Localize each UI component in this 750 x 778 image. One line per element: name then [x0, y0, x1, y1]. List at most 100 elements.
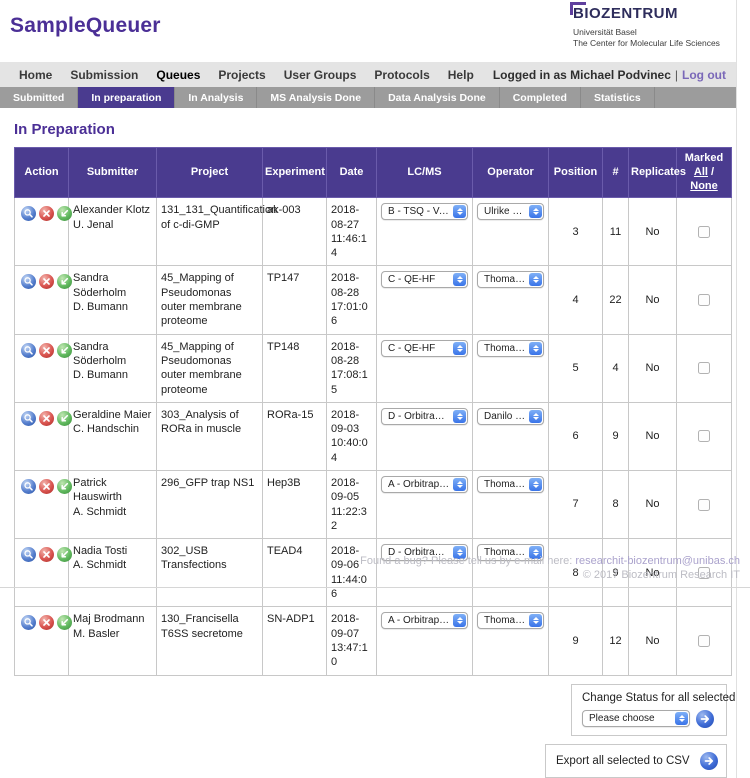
- experiment-cell: TP147: [263, 266, 327, 334]
- marked-cell: [677, 607, 732, 675]
- operator-select[interactable]: Thomas Bock: [477, 340, 544, 357]
- count-cell: 11: [603, 198, 629, 266]
- lcms-select-value: C - QE-HF: [388, 342, 435, 355]
- count-cell: 8: [603, 471, 629, 539]
- action-view-icon[interactable]: [21, 343, 36, 358]
- date-cell: 2018-09-07 13:47:10: [327, 607, 377, 675]
- count-cell: 4: [603, 334, 629, 402]
- lcms-select[interactable]: B - TSQ - Vantage: [381, 203, 468, 220]
- action-delete-icon[interactable]: [39, 343, 54, 358]
- operator-select[interactable]: Thomas Bock: [477, 476, 544, 493]
- marked-checkbox[interactable]: [698, 499, 710, 511]
- submitter-pi: D. Bumann: [73, 368, 152, 382]
- action-return-icon[interactable]: [57, 411, 72, 426]
- operator-cell: Ulrike Lanner: [473, 198, 549, 266]
- nav-item-help[interactable]: Help: [439, 68, 483, 82]
- project-cell: 296_GFP trap NS1: [157, 471, 263, 539]
- marked-checkbox[interactable]: [698, 430, 710, 442]
- lcms-select[interactable]: C - QE-HF: [381, 340, 468, 357]
- col-header-submitter: Submitter: [69, 148, 157, 198]
- select-stepper-icon: [529, 273, 542, 286]
- footer-bug-text: Found a bug? Please tell us by e-mail he…: [360, 555, 575, 567]
- logout-link[interactable]: Log out: [682, 68, 726, 82]
- marked-checkbox[interactable]: [698, 226, 710, 238]
- logo-subtitle: Universität Basel The Center for Molecul…: [570, 27, 748, 50]
- select-stepper-icon: [453, 410, 466, 423]
- nav-item-protocols[interactable]: Protocols: [365, 68, 438, 82]
- date-cell: 2018-08-28 17:08:15: [327, 334, 377, 402]
- project-cell: 45_Mapping of Pseudomonas outer membrane…: [157, 334, 263, 402]
- action-delete-icon[interactable]: [39, 479, 54, 494]
- tab-in-analysis[interactable]: In Analysis: [175, 87, 257, 108]
- lcms-select[interactable]: A - Orbitrap Elite 1: [381, 476, 468, 493]
- nav-item-user-groups[interactable]: User Groups: [275, 68, 366, 82]
- submitter-cell: Geraldine MaierC. Handschin: [69, 402, 157, 470]
- action-delete-icon[interactable]: [39, 274, 54, 289]
- select-stepper-icon: [453, 273, 466, 286]
- tab-in-preparation[interactable]: In preparation: [78, 87, 175, 108]
- action-view-icon[interactable]: [21, 411, 36, 426]
- export-csv-button[interactable]: [700, 752, 718, 770]
- lcms-select-value: D - Orbitrap Lumos: [388, 410, 450, 423]
- change-status-select[interactable]: Please choose: [582, 710, 690, 727]
- tab-data-analysis-done[interactable]: Data Analysis Done: [375, 87, 500, 108]
- operator-select[interactable]: Danilo Ritz: [477, 408, 544, 425]
- col-header-count: #: [603, 148, 629, 198]
- change-status-go-button[interactable]: [696, 710, 714, 728]
- col-header-date: Date: [327, 148, 377, 198]
- col-header-lcms: LC/MS: [377, 148, 473, 198]
- nav-item-queues[interactable]: Queues: [147, 68, 209, 82]
- nav-item-submission[interactable]: Submission: [61, 68, 147, 82]
- col-header-experiment: Experiment: [263, 148, 327, 198]
- change-status-label: Change Status for all selected: [582, 692, 716, 704]
- select-stepper-icon: [453, 205, 466, 218]
- lcms-select[interactable]: A - Orbitrap Elite 1: [381, 612, 468, 629]
- action-view-icon[interactable]: [21, 274, 36, 289]
- mark-none-link[interactable]: None: [690, 180, 718, 192]
- action-cell: [15, 607, 69, 675]
- footer: Found a bug? Please tell us by e-mail he…: [0, 555, 750, 588]
- position-cell: 9: [549, 607, 603, 675]
- marked-checkbox[interactable]: [698, 294, 710, 306]
- tab-submitted[interactable]: Submitted: [0, 87, 78, 108]
- queue-tabbar: SubmittedIn preparationIn AnalysisMS Ana…: [0, 87, 736, 108]
- table-row: Sandra SöderholmD. Bumann45_Mapping of P…: [15, 266, 732, 334]
- action-delete-icon[interactable]: [39, 206, 54, 221]
- marked-checkbox[interactable]: [698, 362, 710, 374]
- action-return-icon[interactable]: [57, 343, 72, 358]
- operator-select[interactable]: Thomas Bock: [477, 271, 544, 288]
- operator-cell: Danilo Ritz: [473, 402, 549, 470]
- action-view-icon[interactable]: [21, 479, 36, 494]
- operator-select[interactable]: Thomas Bock: [477, 612, 544, 629]
- lcms-select[interactable]: C - QE-HF: [381, 271, 468, 288]
- tab-statistics[interactable]: Statistics: [581, 87, 655, 108]
- lcms-select-value: A - Orbitrap Elite 1: [388, 614, 450, 627]
- position-cell: 5: [549, 334, 603, 402]
- lcms-select[interactable]: D - Orbitrap Lumos: [381, 408, 468, 425]
- action-view-icon[interactable]: [21, 206, 36, 221]
- tab-completed[interactable]: Completed: [500, 87, 581, 108]
- operator-select[interactable]: Ulrike Lanner: [477, 203, 544, 220]
- tab-ms-analysis-done[interactable]: MS Analysis Done: [257, 87, 375, 108]
- footer-email-link[interactable]: researchit-biozentrum@unibas.ch: [575, 555, 740, 567]
- submitter-cell: Maj BrodmannM. Basler: [69, 607, 157, 675]
- action-delete-icon[interactable]: [39, 411, 54, 426]
- action-return-icon[interactable]: [57, 206, 72, 221]
- table-row: Sandra SöderholmD. Bumann 45_Mapping of P…: [15, 334, 732, 402]
- nav-item-home[interactable]: Home: [10, 68, 61, 82]
- change-status-panel: Change Status for all selected Please ch…: [571, 684, 727, 736]
- bottom-panel-area: Change Status for all selected Please ch…: [0, 684, 727, 778]
- marked-checkbox[interactable]: [698, 635, 710, 647]
- replicates-cell: No: [629, 334, 677, 402]
- action-return-icon[interactable]: [57, 479, 72, 494]
- action-return-icon[interactable]: [57, 274, 72, 289]
- action-view-icon[interactable]: [21, 615, 36, 630]
- action-delete-icon[interactable]: [39, 615, 54, 630]
- count-cell: 22: [603, 266, 629, 334]
- select-stepper-icon: [529, 205, 542, 218]
- submitter-name: Geraldine Maier: [73, 408, 152, 422]
- action-return-icon[interactable]: [57, 615, 72, 630]
- nav-item-projects[interactable]: Projects: [209, 68, 274, 82]
- mark-all-link[interactable]: All: [694, 166, 708, 178]
- submitter-name: Sandra Söderholm: [73, 340, 152, 369]
